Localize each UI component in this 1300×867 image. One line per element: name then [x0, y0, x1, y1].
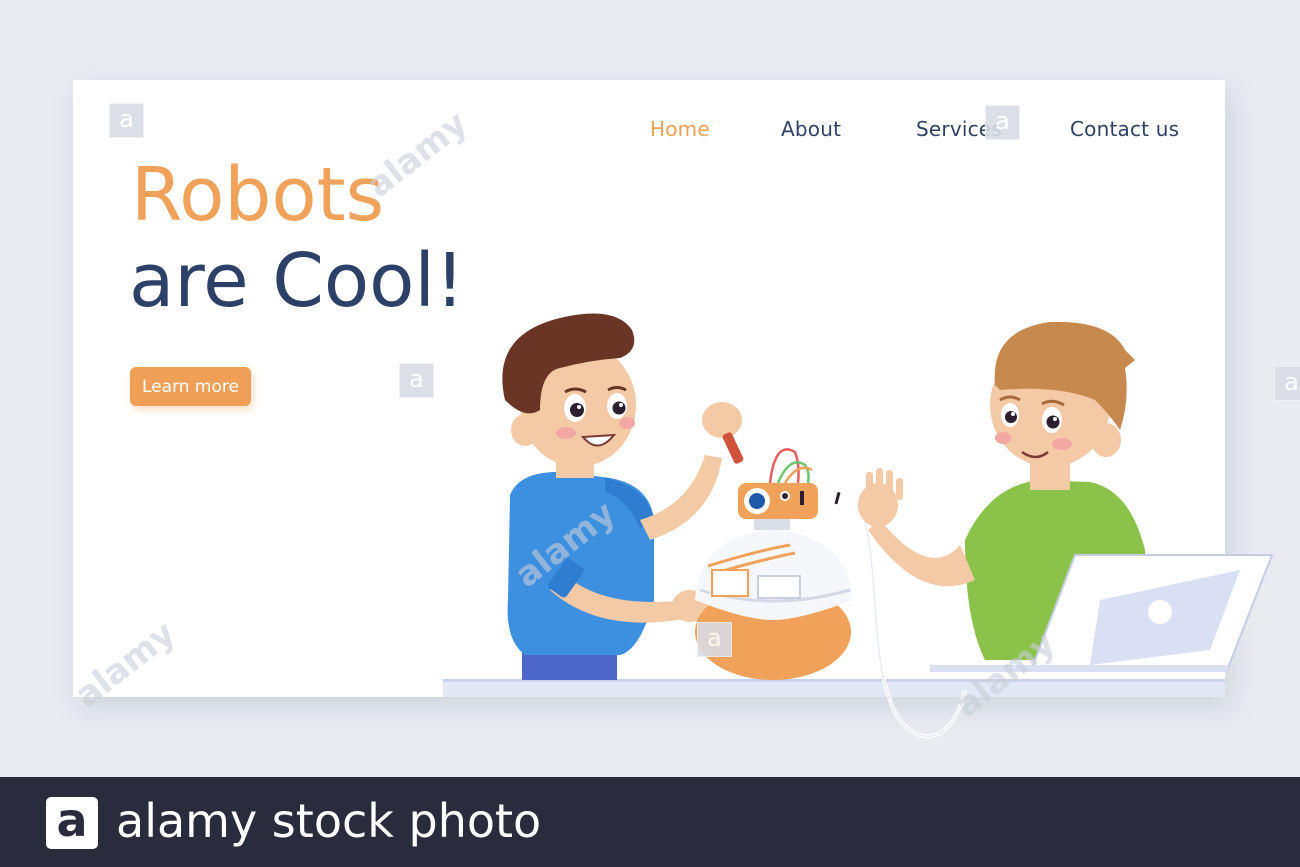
stock-photo-footer: a alamy stock photo	[0, 777, 1300, 867]
footer-caption: alamy stock photo	[116, 794, 542, 848]
top-navigation: Home About Services Contact us	[0, 117, 1300, 143]
watermark-tile: a	[109, 103, 144, 138]
nav-item-contact-us[interactable]: Contact us	[1070, 117, 1179, 141]
hero-title-line-1: Robots	[131, 152, 385, 238]
watermark-tile: a	[985, 105, 1020, 140]
alamy-logo-icon: a	[46, 797, 98, 849]
learn-more-button[interactable]: Learn more	[130, 367, 251, 406]
watermark-tile: a	[1274, 366, 1300, 401]
hero-title-line-2: are Cool!	[129, 238, 465, 324]
watermark-tile: a	[697, 622, 732, 657]
nav-item-home[interactable]: Home	[650, 117, 710, 141]
watermark-tile: a	[399, 363, 434, 398]
nav-item-about[interactable]: About	[781, 117, 841, 141]
